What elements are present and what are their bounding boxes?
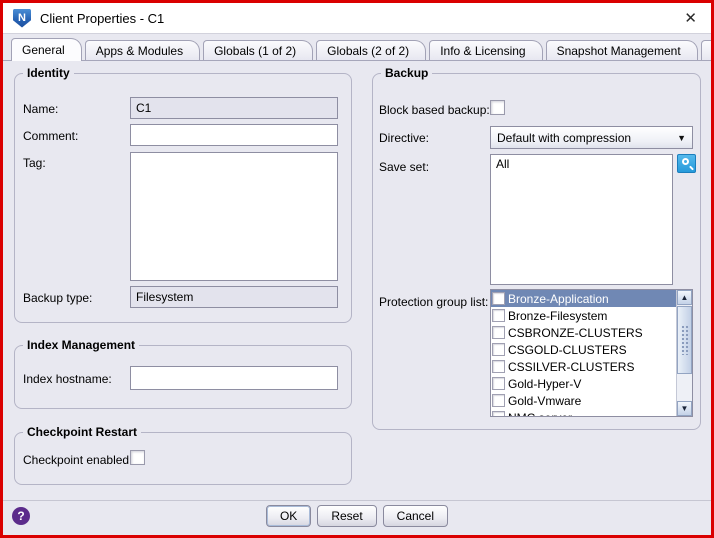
protection-group-rows: Bronze-Application Bronze-Filesystem CSB…	[491, 290, 676, 417]
list-item[interactable]: CSBRONZE-CLUSTERS	[491, 324, 676, 341]
scrollbar-thumb[interactable]	[677, 306, 692, 374]
magnifier-icon	[682, 158, 689, 165]
footer-divider	[3, 500, 711, 501]
tab-strip: General Apps & Modules Globals (1 of 2) …	[3, 35, 711, 61]
item-checkbox[interactable]	[492, 411, 505, 417]
block-based-backup-checkbox[interactable]	[490, 100, 505, 115]
close-icon[interactable]: ✕	[680, 10, 701, 27]
window-title: Client Properties - C1	[40, 11, 164, 26]
item-checkbox[interactable]	[492, 394, 505, 407]
directive-value: Default with compression	[497, 131, 671, 145]
tab-globals-1[interactable]: Globals (1 of 2)	[203, 40, 313, 61]
item-checkbox[interactable]	[492, 360, 505, 373]
checkpoint-enabled-label: Checkpoint enabled:	[23, 453, 132, 467]
item-checkbox[interactable]	[492, 292, 505, 305]
scroll-down-icon[interactable]: ▼	[677, 401, 692, 416]
checkpoint-restart-title: Checkpoint Restart	[23, 425, 141, 439]
cancel-button[interactable]: Cancel	[383, 505, 448, 527]
item-checkbox[interactable]	[492, 343, 505, 356]
directive-dropdown[interactable]: Default with compression ▼	[490, 126, 693, 149]
block-based-backup-label: Block based backup:	[379, 103, 490, 117]
identity-title: Identity	[23, 66, 74, 80]
list-item[interactable]: Gold-Vmware	[491, 392, 676, 409]
index-management-title: Index Management	[23, 338, 139, 352]
comment-field[interactable]	[130, 124, 338, 146]
list-item[interactable]: CSGOLD-CLUSTERS	[491, 341, 676, 358]
backup-title: Backup	[381, 66, 432, 80]
backup-type-field	[130, 286, 338, 308]
tab-info-licensing[interactable]: Info & Licensing	[429, 40, 542, 61]
list-item[interactable]: Bronze-Filesystem	[491, 307, 676, 324]
comment-label: Comment:	[23, 129, 78, 143]
tab-general[interactable]: General	[11, 38, 82, 61]
item-checkbox[interactable]	[492, 377, 505, 390]
ok-button[interactable]: OK	[266, 505, 311, 527]
directive-label: Directive:	[379, 131, 429, 145]
save-set-label: Save set:	[379, 160, 429, 174]
save-set-field[interactable]: All	[490, 154, 673, 285]
save-set-search-button[interactable]	[677, 154, 696, 173]
tab-globals-2[interactable]: Globals (2 of 2)	[316, 40, 426, 61]
list-item[interactable]: Bronze-Application	[491, 290, 676, 307]
index-hostname-label: Index hostname:	[23, 372, 112, 386]
list-item[interactable]: CSSILVER-CLUSTERS	[491, 358, 676, 375]
tab-strip-border	[3, 60, 711, 61]
tag-field[interactable]	[130, 152, 338, 281]
protection-group-list: Bronze-Application Bronze-Filesystem CSB…	[490, 289, 693, 417]
tab-snapshot-management[interactable]: Snapshot Management	[546, 40, 698, 61]
footer-buttons: OK Reset Cancel	[3, 505, 711, 527]
name-field	[130, 97, 338, 119]
backup-type-label: Backup type:	[23, 291, 92, 305]
reset-button[interactable]: Reset	[317, 505, 376, 527]
index-hostname-field[interactable]	[130, 366, 338, 390]
list-item[interactable]: NMC server	[491, 409, 676, 417]
tag-label: Tag:	[23, 156, 46, 170]
scroll-up-icon[interactable]: ▲	[677, 290, 692, 305]
item-checkbox[interactable]	[492, 326, 505, 339]
list-item[interactable]: Gold-Hyper-V	[491, 375, 676, 392]
tab-apps-modules[interactable]: Apps & Modules	[85, 40, 200, 61]
name-label: Name:	[23, 102, 58, 116]
checkpoint-enabled-checkbox[interactable]	[130, 450, 145, 465]
list-scrollbar[interactable]: ▲ ▼	[676, 290, 692, 416]
client-properties-dialog: N Client Properties - C1 ✕ General Apps …	[0, 0, 714, 538]
networker-shield-icon: N	[13, 9, 31, 28]
dropdown-arrow-icon: ▼	[677, 133, 686, 143]
protection-group-label: Protection group list:	[379, 295, 488, 309]
tab-restricted-data-zones[interactable]: Restricted Data Zones	[701, 40, 714, 61]
item-checkbox[interactable]	[492, 309, 505, 322]
title-bar: N Client Properties - C1 ✕	[3, 3, 711, 34]
